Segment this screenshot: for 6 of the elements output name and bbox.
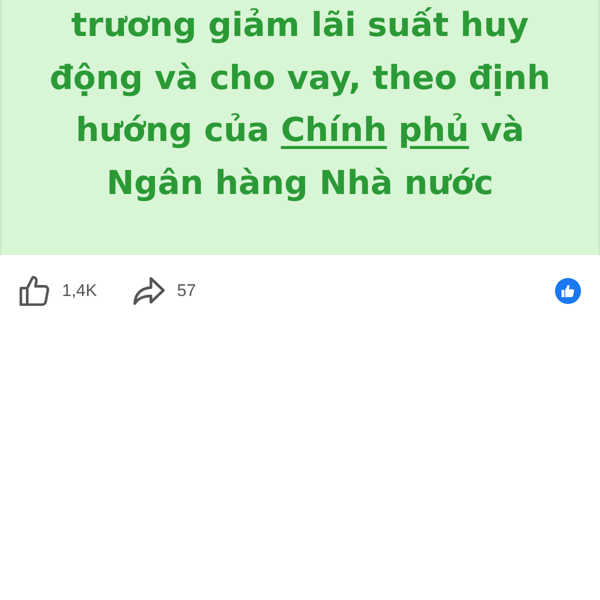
post-text: trương giảm lãi suất huy động và cho vay, theo định hướng của Chính phủ và Ngân hàng Nhà nước — [50, 4, 550, 204]
like-button[interactable]: 1,4K — [19, 276, 97, 306]
like-reaction-icon — [555, 278, 581, 304]
like-icon — [19, 276, 50, 306]
share-button[interactable]: 57 — [132, 277, 196, 305]
share-icon — [132, 277, 165, 305]
